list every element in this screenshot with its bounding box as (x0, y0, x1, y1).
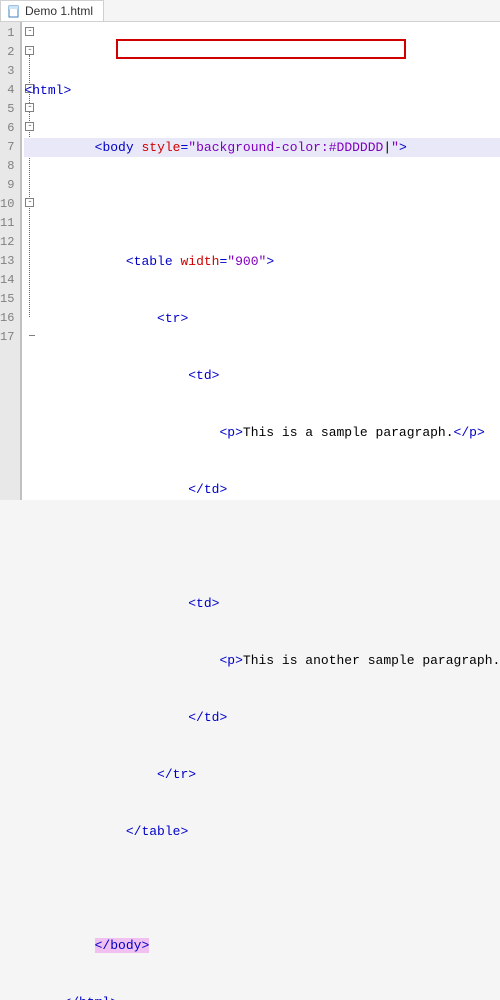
code-line: <p>This is a sample paragraph.</p> (24, 423, 500, 442)
code-line: <html> (24, 81, 500, 100)
line-number: 16 (0, 309, 14, 328)
code-line: </tr> (24, 765, 500, 784)
code-editor[interactable]: 1 2 3 4 5 6 7 8 9 10 11 12 13 14 15 16 1… (0, 22, 500, 500)
line-number: 2 (0, 43, 14, 62)
code-line: </table> (24, 822, 500, 841)
code-line: </body> (24, 936, 500, 955)
line-number: 1 (0, 24, 14, 43)
file-icon (7, 5, 20, 18)
line-number-gutter: 1 2 3 4 5 6 7 8 9 10 11 12 13 14 15 16 1… (0, 22, 21, 500)
code-line (24, 879, 500, 898)
line-number: 10 (0, 195, 14, 214)
code-line (24, 195, 500, 214)
code-line: </html> (24, 993, 500, 1000)
line-number: 12 (0, 233, 14, 252)
line-number: 5 (0, 100, 14, 119)
line-number: 11 (0, 214, 14, 233)
line-number: 6 (0, 119, 14, 138)
line-number: 14 (0, 271, 14, 290)
line-number: 4 (0, 81, 14, 100)
code-area[interactable]: <html> <body style="background-color:#DD… (22, 22, 500, 500)
line-number: 13 (0, 252, 14, 271)
tab-filename: Demo 1.html (25, 4, 93, 18)
code-line: </td> (24, 708, 500, 727)
code-line: </td> (24, 480, 500, 499)
code-line (24, 537, 500, 556)
code-line-current: <body style="background-color:#DDDDDD|"> (24, 138, 500, 157)
code-line: <tr> (24, 309, 500, 328)
line-number: 15 (0, 290, 14, 309)
line-number: 7 (0, 138, 14, 157)
text-cursor: | (383, 140, 391, 155)
code-line: <td> (24, 594, 500, 613)
code-line: <td> (24, 366, 500, 385)
line-number: 8 (0, 157, 14, 176)
file-tab[interactable]: Demo 1.html (0, 0, 104, 21)
highlight-annotation (116, 39, 406, 59)
line-number: 17 (0, 328, 14, 347)
code-line: <p>This is another sample paragraph.</p (24, 651, 500, 670)
tab-bar: Demo 1.html (0, 0, 500, 22)
code-line: <table width="900"> (24, 252, 500, 271)
line-number: 9 (0, 176, 14, 195)
line-number: 3 (0, 62, 14, 81)
